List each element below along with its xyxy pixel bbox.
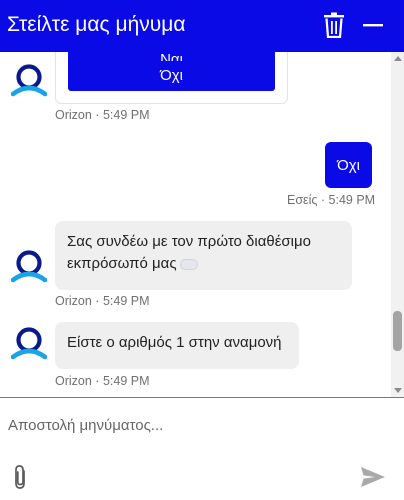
chat-header: Στείλτε μας μήνυμα — [0, 0, 404, 52]
message-text: Είστε ο αριθμός 1 στην αναμονή — [67, 334, 282, 351]
message-text: Όχι — [337, 156, 360, 174]
message-sender: Orizon — [55, 108, 92, 122]
speech-cloud-icon — [179, 258, 198, 270]
message-meta: Orizon · 5:49 PM — [55, 294, 150, 308]
paperclip-icon[interactable] — [11, 464, 29, 490]
orizon-avatar-icon — [11, 250, 47, 283]
message-time: 5:49 PM — [328, 193, 376, 207]
message-sender: Εσείς — [287, 193, 318, 207]
user-message-bubble: Όχι — [325, 142, 372, 188]
message-meta: Orizon · 5:49 PM — [55, 374, 150, 388]
trash-icon[interactable] — [322, 12, 346, 38]
message-composer — [0, 397, 404, 500]
message-sender: Orizon — [55, 294, 92, 308]
scrollbar-thumb[interactable] — [393, 311, 402, 351]
quick-reply-no-button[interactable]: Όχι — [68, 61, 275, 91]
message-time: 5:49 PM — [102, 374, 150, 388]
message-time: 5:49 PM — [102, 108, 150, 122]
scroll-up-arrow-icon[interactable] — [394, 56, 402, 61]
message-input[interactable] — [8, 412, 378, 438]
scroll-down-arrow-icon[interactable] — [394, 388, 402, 393]
bot-message-bubble: Είστε ο αριθμός 1 στην αναμονή — [55, 322, 299, 369]
orizon-avatar-icon — [11, 327, 47, 360]
orizon-avatar-icon — [11, 64, 47, 97]
message-time: 5:49 PM — [102, 294, 150, 308]
message-meta: Orizon · 5:49 PM — [55, 108, 150, 122]
message-scrollbar[interactable] — [391, 52, 404, 397]
send-icon[interactable] — [360, 466, 386, 488]
message-list[interactable]: Ναι Όχι Orizon · 5:49 PM Όχι Εσείς · 5:4… — [0, 52, 404, 397]
minimize-icon[interactable] — [362, 15, 384, 35]
bot-message-bubble: Σας συνδέω με τον πρώτο διαθέσιμο εκπρόσ… — [55, 221, 352, 290]
chat-title: Στείλτε μας μήνυμα — [7, 13, 186, 36]
message-meta: Εσείς · 5:49 PM — [287, 193, 376, 207]
quick-reply-card: Ναι Όχι — [55, 52, 288, 104]
message-sender: Orizon — [55, 374, 92, 388]
